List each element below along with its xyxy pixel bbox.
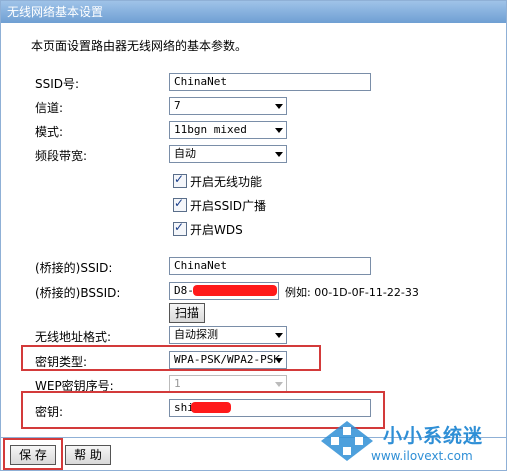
bandwidth-label: 频段带宽: — [35, 149, 88, 163]
bridge-bssid-label: (桥接的)BSSID: — [35, 286, 121, 300]
checkbox-checked-icon — [173, 172, 187, 188]
watermark-text: 小小系统迷 — [383, 425, 484, 447]
bridge-ssid-label: (桥接的)SSID: — [35, 261, 113, 275]
enable-wireless-checkbox[interactable]: 开启无线功能 — [173, 172, 263, 190]
mode-select[interactable]: 11bgn mixed — [169, 121, 287, 139]
settings-panel: 无线网络基本设置 本页面设置路由器无线网络的基本参数。 SSID号: China… — [0, 0, 507, 471]
enable-wds-label: 开启WDS — [190, 223, 243, 237]
chevron-down-icon — [275, 382, 283, 387]
key-type-select[interactable]: WPA-PSK/WPA2-PSK — [169, 351, 287, 369]
scan-button[interactable]: 扫描 — [169, 303, 205, 323]
watermark-logo-icon — [321, 421, 373, 461]
help-button[interactable]: 帮 助 — [65, 445, 111, 465]
chevron-down-icon — [275, 104, 283, 109]
bridge-bssid-value: D8- — [174, 284, 194, 297]
enable-ssid-broadcast-checkbox[interactable]: 开启SSID广播 — [173, 196, 267, 214]
addr-format-label: 无线地址格式: — [35, 330, 112, 344]
enable-wireless-label: 开启无线功能 — [190, 175, 263, 189]
channel-value: 7 — [174, 99, 181, 112]
key-type-value: WPA-PSK/WPA2-PSK — [174, 353, 280, 366]
key-label: 密钥: — [35, 405, 64, 419]
redaction-mark — [191, 402, 231, 413]
enable-ssid-broadcast-label: 开启SSID广播 — [190, 199, 267, 213]
checkbox-checked-icon — [173, 196, 187, 212]
addr-format-select[interactable]: 自动探测 — [169, 326, 287, 344]
bandwidth-value: 自动 — [174, 147, 196, 160]
window-title: 无线网络基本设置 — [1, 1, 506, 23]
mode-value: 11bgn mixed — [174, 123, 247, 136]
channel-select[interactable]: 7 — [169, 97, 287, 115]
redaction-mark — [193, 285, 277, 296]
key-type-label: 密钥类型: — [35, 355, 88, 369]
ssid-label: SSID号: — [35, 77, 80, 91]
bssid-example-text: 例如: 00-1D-0F-11-22-33 — [285, 286, 419, 299]
addr-format-value: 自动探测 — [174, 328, 218, 341]
ssid-input[interactable]: ChinaNet — [169, 73, 371, 91]
chevron-down-icon — [275, 152, 283, 157]
wep-index-value: 1 — [174, 377, 181, 390]
mode-label: 模式: — [35, 125, 64, 139]
watermark-url: www.ilovext.com — [371, 449, 473, 463]
page-description: 本页面设置路由器无线网络的基本参数。 — [31, 39, 248, 53]
chevron-down-icon — [275, 358, 283, 363]
bridge-ssid-input[interactable]: ChinaNet — [169, 257, 371, 275]
enable-wds-checkbox[interactable]: 开启WDS — [173, 220, 243, 238]
checkbox-checked-icon — [173, 220, 187, 236]
chevron-down-icon — [275, 333, 283, 338]
chevron-down-icon — [275, 128, 283, 133]
channel-label: 信道: — [35, 101, 64, 115]
save-button[interactable]: 保 存 — [10, 445, 56, 465]
bandwidth-select[interactable]: 自动 — [169, 145, 287, 163]
